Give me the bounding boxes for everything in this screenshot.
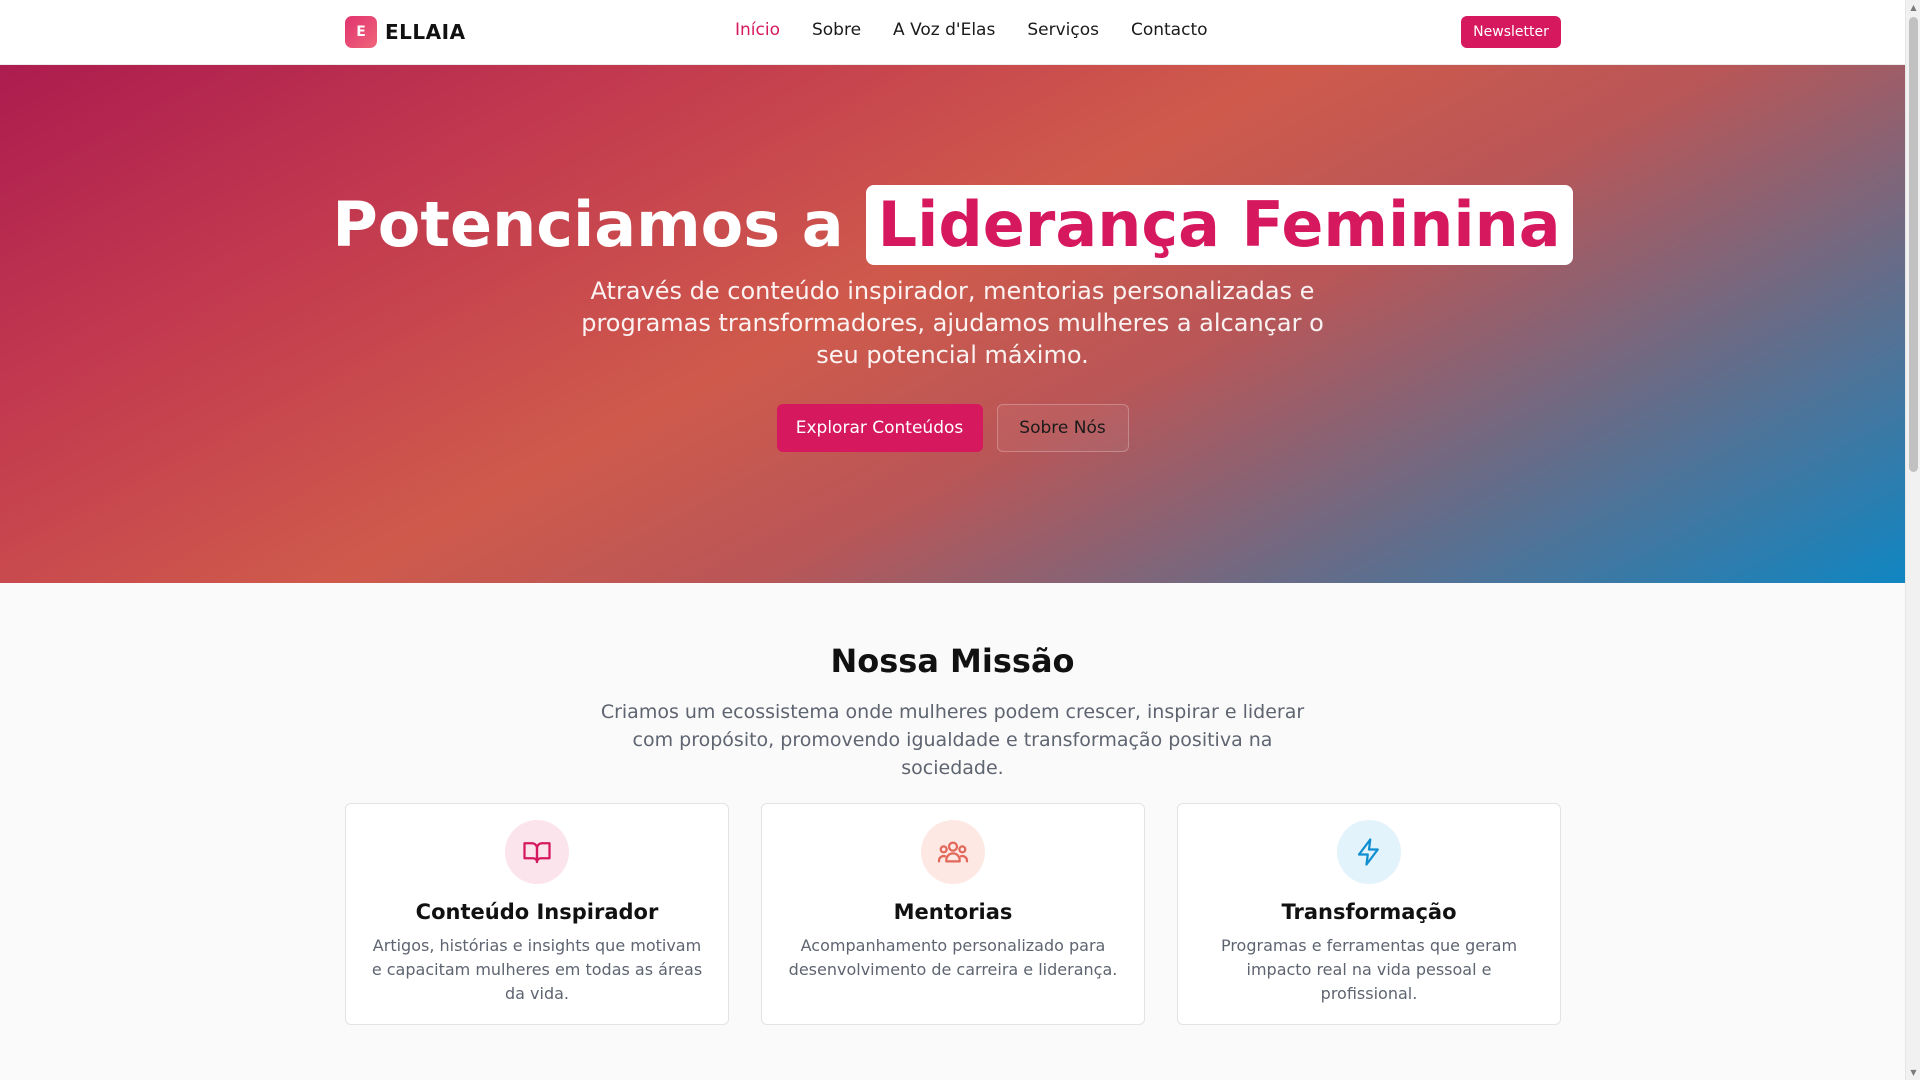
hero-section: Potenciamos a Liderança Feminina Através …: [0, 65, 1905, 583]
explore-content-button[interactable]: Explorar Conteúdos: [776, 404, 983, 452]
card-title: Mentorias: [893, 900, 1013, 924]
brand-logo[interactable]: E ELLAIA: [345, 16, 466, 48]
nav-item-inicio[interactable]: Início: [735, 20, 780, 40]
hero-title-lead: Potenciamos a: [332, 188, 844, 261]
nav-item-sobre[interactable]: Sobre: [812, 20, 861, 40]
card-title: Conteúdo Inspirador: [415, 900, 659, 924]
hero-title-highlight: Liderança Feminina: [865, 185, 1573, 265]
card-mentorias: Mentorias Acompanhamento personalizado p…: [761, 803, 1145, 1025]
page-scrollbar[interactable]: ▲ ▼: [1905, 0, 1920, 1080]
hero-subtitle: Através de conteúdo inspirador, mentoria…: [581, 277, 1324, 369]
site-header: E ELLAIA Início Sobre A Voz d'Elas Servi…: [0, 0, 1905, 65]
scroll-up-icon[interactable]: ▲: [1906, 0, 1920, 15]
about-us-button[interactable]: Sobre Nós: [996, 404, 1129, 452]
nav-item-servicos[interactable]: Serviços: [1027, 20, 1099, 40]
lightning-icon: [1337, 820, 1401, 884]
nav-item-contacto[interactable]: Contacto: [1131, 20, 1208, 40]
card-transformacao: Transformação Programas e ferramentas qu…: [1177, 803, 1561, 1025]
card-conteudo-inspirador: Conteúdo Inspirador Artigos, histórias e…: [345, 803, 729, 1025]
brand-mark-icon: E: [345, 16, 377, 48]
hero-title: Potenciamos a Liderança Feminina: [0, 185, 1905, 265]
hero-actions: Explorar Conteúdos Sobre Nós: [0, 404, 1905, 452]
scrollbar-thumb[interactable]: [1909, 17, 1918, 472]
main-nav: Início Sobre A Voz d'Elas Serviços Conta…: [735, 20, 1208, 40]
users-icon: [921, 820, 985, 884]
brand-name: ELLAIA: [385, 20, 466, 44]
newsletter-button[interactable]: Newsletter: [1461, 16, 1561, 48]
card-text: Acompanhamento personalizado para desenv…: [788, 936, 1118, 979]
card-title: Transformação: [1281, 900, 1457, 924]
card-text: Artigos, histórias e insights que motiva…: [371, 936, 703, 1003]
mission-text: Criamos um ecossistema onde mulheres pod…: [600, 701, 1305, 779]
mission-title: Nossa Missão: [830, 642, 1075, 680]
mission-cards: Conteúdo Inspirador Artigos, histórias e…: [345, 803, 1561, 1025]
nav-item-a-voz-delas[interactable]: A Voz d'Elas: [893, 20, 995, 40]
card-text: Programas e ferramentas que geram impact…: [1220, 936, 1518, 1003]
scroll-down-icon[interactable]: ▼: [1906, 1065, 1920, 1080]
book-open-icon: [505, 820, 569, 884]
